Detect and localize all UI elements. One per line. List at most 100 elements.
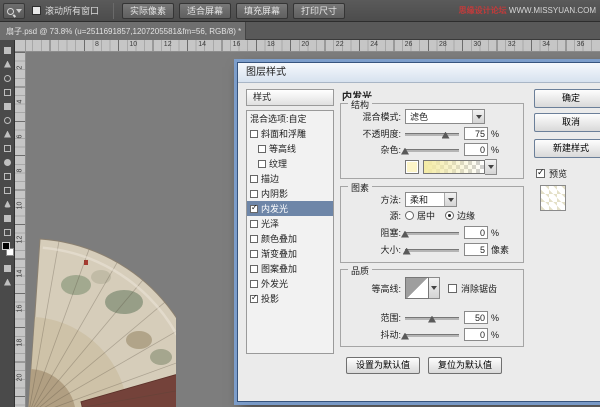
tool-preset-dropdown[interactable] <box>3 3 25 19</box>
document-tab[interactable]: 扇子.psd @ 73.8% (u=2511691857,1207205581&… <box>0 22 246 40</box>
lasso-tool[interactable] <box>0 71 15 85</box>
foreground-color-swatch[interactable] <box>2 242 10 250</box>
ruler-number: 16 <box>233 41 241 48</box>
fill-screen-button[interactable]: 填充屏幕 <box>236 3 288 19</box>
style-checkbox[interactable] <box>250 280 258 288</box>
blend-mode-select[interactable]: 滤色 <box>405 109 485 124</box>
blend-mode-label: 混合模式: <box>345 110 401 123</box>
style-list-item[interactable]: 斜面和浮雕 <box>247 126 333 141</box>
style-list-item[interactable]: 投影 <box>247 291 333 306</box>
styles-header[interactable]: 样式 <box>246 89 334 106</box>
slider-thumb[interactable] <box>401 231 409 238</box>
style-list-item[interactable]: 图案叠加 <box>247 261 333 276</box>
range-value[interactable]: 50 <box>464 311 488 324</box>
style-checkbox[interactable] <box>250 130 258 138</box>
style-checkbox[interactable] <box>250 235 258 243</box>
size-slider[interactable] <box>405 244 459 256</box>
jitter-value[interactable]: 0 <box>464 328 488 341</box>
range-slider[interactable] <box>405 312 459 324</box>
contour-dropdown-icon[interactable] <box>429 277 440 299</box>
slider-thumb[interactable] <box>401 333 409 340</box>
eraser-tool[interactable] <box>0 169 15 183</box>
healing-brush-tool[interactable] <box>0 127 15 141</box>
choke-value[interactable]: 0 <box>464 226 488 239</box>
chevron-down-icon <box>16 9 22 13</box>
style-list-item[interactable]: 纹理 <box>247 156 333 171</box>
gradient-tool[interactable] <box>0 183 15 197</box>
style-list-item[interactable]: 描边 <box>247 171 333 186</box>
cancel-button[interactable]: 取消 <box>534 113 600 132</box>
preview-checkbox[interactable] <box>536 169 545 178</box>
opacity-slider[interactable] <box>405 128 459 140</box>
source-center-radio[interactable] <box>405 211 414 220</box>
tool-icon <box>4 265 11 272</box>
style-list-item[interactable]: 颜色叠加 <box>247 231 333 246</box>
source-edge-radio[interactable] <box>445 211 454 220</box>
style-list-item[interactable]: 等高线 <box>247 141 333 156</box>
style-list-item[interactable]: 内发光 <box>247 201 333 216</box>
crop-tool[interactable] <box>0 99 15 113</box>
choke-slider[interactable] <box>405 227 459 239</box>
jitter-unit: % <box>491 330 499 340</box>
hand-tool[interactable] <box>0 225 15 239</box>
chevron-down-icon[interactable] <box>444 193 456 206</box>
slider-thumb[interactable] <box>401 148 409 155</box>
quick-mask-tool[interactable] <box>0 261 15 275</box>
print-size-button[interactable]: 打印尺寸 <box>293 3 345 19</box>
brush-tool[interactable] <box>0 141 15 155</box>
screen-mode-tool[interactable] <box>0 275 15 289</box>
slider-thumb[interactable] <box>442 132 450 139</box>
ruler-number: 18 <box>267 41 275 48</box>
style-list-item[interactable]: 渐变叠加 <box>247 246 333 261</box>
choke-unit: % <box>491 228 499 238</box>
glow-gradient-picker[interactable] <box>423 160 485 174</box>
style-list-item[interactable]: 外发光 <box>247 276 333 291</box>
scroll-all-windows-label: 滚动所有窗口 <box>45 4 99 17</box>
style-checkbox[interactable] <box>258 160 266 168</box>
noise-slider[interactable] <box>405 144 459 156</box>
gradient-dropdown-icon[interactable] <box>485 159 497 175</box>
actual-pixels-button[interactable]: 实际像素 <box>122 3 174 19</box>
contour-picker[interactable] <box>405 277 429 299</box>
magic-wand-tool[interactable] <box>0 85 15 99</box>
noise-value[interactable]: 0 <box>464 143 488 156</box>
style-checkbox[interactable] <box>250 190 258 198</box>
ruler-number: 22 <box>336 41 344 48</box>
style-list-item[interactable]: 混合选项:自定 <box>247 111 333 126</box>
glow-color-swatch[interactable] <box>405 160 419 174</box>
ruler-number: 14 <box>17 269 24 279</box>
ruler-number: 36 <box>577 41 585 48</box>
style-checkbox[interactable] <box>250 205 258 213</box>
marquee-tool[interactable] <box>0 57 15 71</box>
clone-stamp-tool[interactable] <box>0 155 15 169</box>
style-checkbox[interactable] <box>250 220 258 228</box>
style-list-item[interactable]: 光泽 <box>247 216 333 231</box>
style-checkbox[interactable] <box>250 295 258 303</box>
style-checkbox[interactable] <box>250 250 258 258</box>
reset-default-button[interactable]: 复位为默认值 <box>428 357 502 374</box>
ok-button[interactable]: 确定 <box>534 89 600 108</box>
move-tool[interactable] <box>0 43 15 57</box>
jitter-slider[interactable] <box>405 329 459 341</box>
dialog-title-bar[interactable]: 图层样式 <box>238 63 600 83</box>
slider-thumb[interactable] <box>403 248 411 255</box>
new-style-button[interactable]: 新建样式 <box>534 139 600 158</box>
scroll-all-windows-option[interactable]: 滚动所有窗口 <box>32 4 99 17</box>
style-list-item[interactable]: 内阴影 <box>247 186 333 201</box>
pen-tool[interactable] <box>0 197 15 211</box>
antialias-checkbox[interactable] <box>448 284 457 293</box>
technique-select[interactable]: 柔和 <box>405 192 457 207</box>
opacity-value[interactable]: 75 <box>464 127 488 140</box>
make-default-button[interactable]: 设置为默认值 <box>346 357 420 374</box>
style-checkbox[interactable] <box>258 145 266 153</box>
fit-screen-button[interactable]: 适合屏幕 <box>179 3 231 19</box>
size-value[interactable]: 5 <box>464 243 488 256</box>
type-tool[interactable] <box>0 211 15 225</box>
chevron-down-icon[interactable] <box>472 110 484 123</box>
ruler-number: 32 <box>508 41 516 48</box>
scroll-all-windows-checkbox[interactable] <box>32 6 41 15</box>
eyedropper-tool[interactable] <box>0 113 15 127</box>
style-checkbox[interactable] <box>250 175 258 183</box>
slider-thumb[interactable] <box>428 316 436 323</box>
style-checkbox[interactable] <box>250 265 258 273</box>
